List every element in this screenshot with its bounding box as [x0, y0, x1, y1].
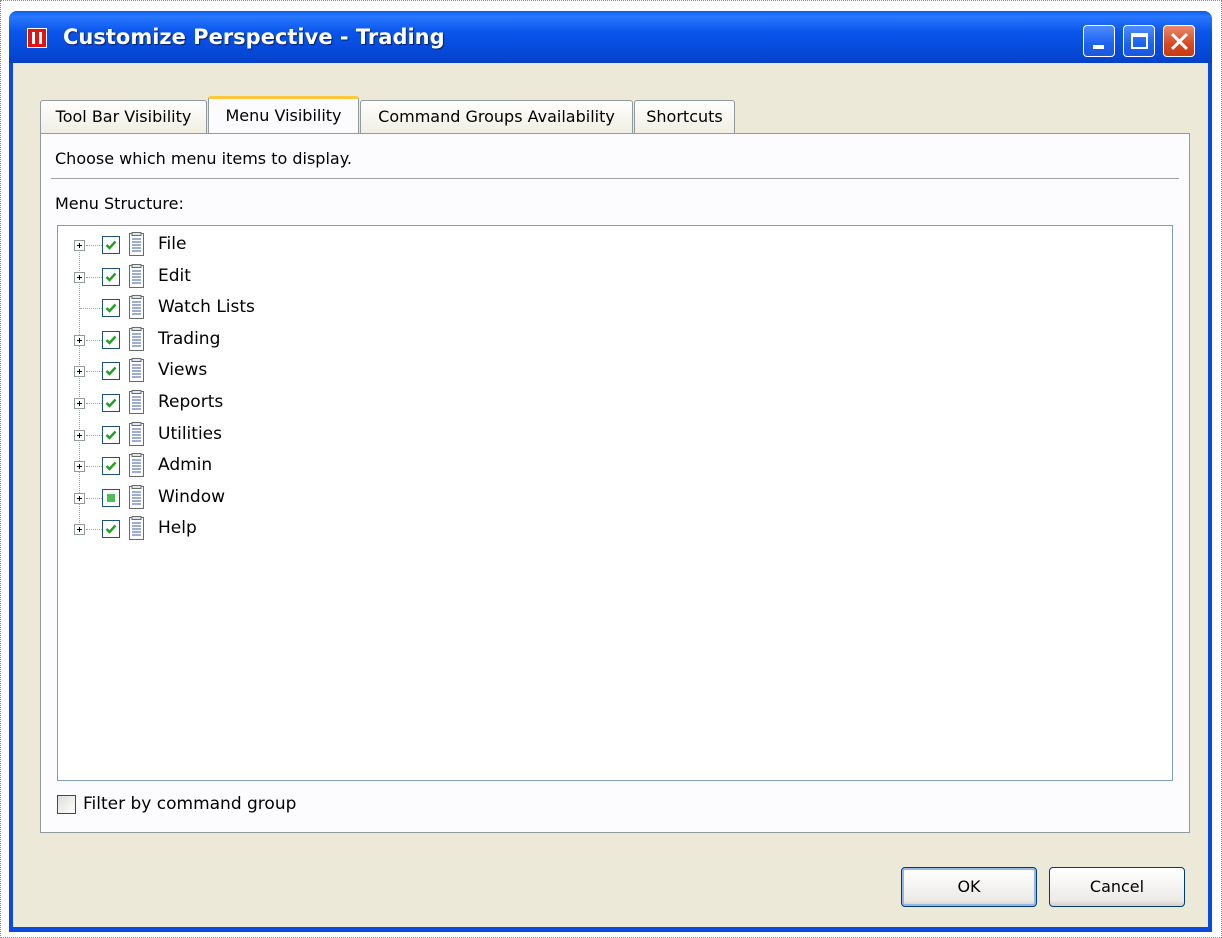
close-button[interactable] — [1163, 25, 1195, 57]
menu-document-icon — [128, 390, 146, 420]
tree-item-watch-lists[interactable]: Watch Lists — [58, 293, 458, 323]
menu-visibility-panel: Choose which menu items to display. Menu… — [40, 133, 1190, 833]
maximize-button[interactable] — [1123, 25, 1155, 57]
tree-item-trading[interactable]: Trading — [58, 325, 458, 355]
tree-item-checkbox[interactable] — [102, 299, 120, 318]
tab-tool-bar-visibility[interactable]: Tool Bar Visibility — [40, 100, 207, 133]
expand-plus-icon[interactable] — [74, 492, 85, 504]
tree-item-checkbox[interactable] — [102, 362, 120, 381]
ok-button[interactable]: OK — [901, 867, 1037, 907]
divider — [51, 178, 1179, 180]
tree-item-window[interactable]: Window — [58, 483, 458, 513]
expand-plus-icon[interactable] — [74, 524, 85, 536]
expand-plus-icon[interactable] — [74, 461, 85, 473]
tree-branch-line — [86, 339, 102, 341]
expand-plus-icon[interactable] — [74, 240, 85, 251]
menu-document-icon — [128, 263, 146, 294]
expand-plus-icon[interactable] — [74, 429, 85, 441]
tree-item-checkbox[interactable] — [102, 394, 120, 412]
menu-document-icon — [128, 484, 146, 515]
tree-branch-line — [80, 308, 102, 310]
tree-branch-line — [86, 497, 102, 499]
dialog-window: Customize Perspective - Trading Tool Bar… — [9, 11, 1212, 932]
expand-plus-icon[interactable] — [74, 366, 85, 378]
menu-document-icon — [128, 421, 146, 452]
tree-item-checkbox[interactable] — [102, 267, 120, 286]
minimize-icon — [1093, 45, 1104, 49]
tree-item-label: Edit — [158, 265, 191, 286]
tree-item-checkbox[interactable] — [102, 457, 120, 476]
tree-item-checkbox[interactable] — [102, 425, 120, 444]
tree-item-checkbox[interactable] — [102, 488, 120, 507]
menu-document-icon — [128, 453, 146, 483]
expand-plus-icon[interactable] — [74, 398, 85, 409]
tree-item-label: Views — [158, 360, 208, 381]
tree-item-admin[interactable]: Admin — [58, 451, 458, 481]
tree-item-file[interactable]: File — [58, 230, 458, 260]
menu-document-icon — [128, 295, 146, 325]
tree-item-help[interactable]: Help — [58, 514, 458, 544]
expand-plus-icon[interactable] — [74, 271, 85, 283]
window-title: Customize Perspective - Trading — [63, 25, 445, 49]
tree-item-checkbox[interactable] — [102, 236, 120, 254]
expand-plus-icon[interactable] — [74, 334, 85, 346]
tree-item-label: Window — [158, 486, 226, 507]
tree-branch-line — [86, 371, 102, 373]
cancel-button[interactable]: Cancel — [1049, 867, 1185, 907]
tree-item-reports[interactable]: Reports — [58, 388, 458, 418]
menu-structure-tree[interactable]: File Edit Watch Lists Trading Views Reports Ut… — [57, 225, 1173, 781]
tree-item-label: Utilities — [158, 423, 222, 444]
tree-item-label: Reports — [158, 392, 224, 412]
minimize-button[interactable] — [1083, 25, 1115, 57]
tree-item-views[interactable]: Views — [58, 356, 458, 386]
filter-label: Filter by command group — [83, 794, 297, 814]
tree-branch-line — [86, 466, 102, 468]
dialog-client-area: Tool Bar Visibility Menu Visibility Comm… — [13, 63, 1208, 927]
tree-item-label: Help — [158, 518, 197, 539]
tab-menu-visibility[interactable]: Menu Visibility — [208, 96, 359, 133]
maximize-icon — [1131, 33, 1148, 49]
tree-item-checkbox[interactable] — [102, 520, 120, 539]
tree-branch-line — [86, 434, 102, 436]
menu-document-icon — [128, 516, 146, 546]
title-bar[interactable]: Customize Perspective - Trading — [9, 11, 1212, 63]
tree-branch-line — [86, 529, 102, 531]
tree-item-label: Trading — [158, 328, 221, 349]
tab-command-groups-availability[interactable]: Command Groups Availability — [360, 100, 633, 133]
app-logo-icon — [27, 28, 47, 48]
tree-item-label: Watch Lists — [158, 297, 255, 318]
tree-branch-line — [86, 403, 102, 404]
panel-description: Choose which menu items to display. — [55, 149, 352, 168]
tree-branch-line — [86, 245, 102, 246]
tree-branch-line — [86, 276, 102, 278]
tree-item-label: File — [158, 234, 187, 254]
menu-document-icon — [128, 326, 146, 357]
tab-shortcuts[interactable]: Shortcuts — [634, 100, 735, 133]
menu-document-icon — [128, 358, 146, 388]
tree-item-edit[interactable]: Edit — [58, 262, 458, 292]
tree-item-label: Admin — [158, 455, 213, 476]
menu-document-icon — [128, 232, 146, 262]
menu-structure-label: Menu Structure: — [55, 194, 184, 213]
checkbox-box[interactable] — [57, 795, 76, 814]
tree-item-checkbox[interactable] — [102, 330, 120, 349]
tree-item-utilities[interactable]: Utilities — [58, 420, 458, 450]
